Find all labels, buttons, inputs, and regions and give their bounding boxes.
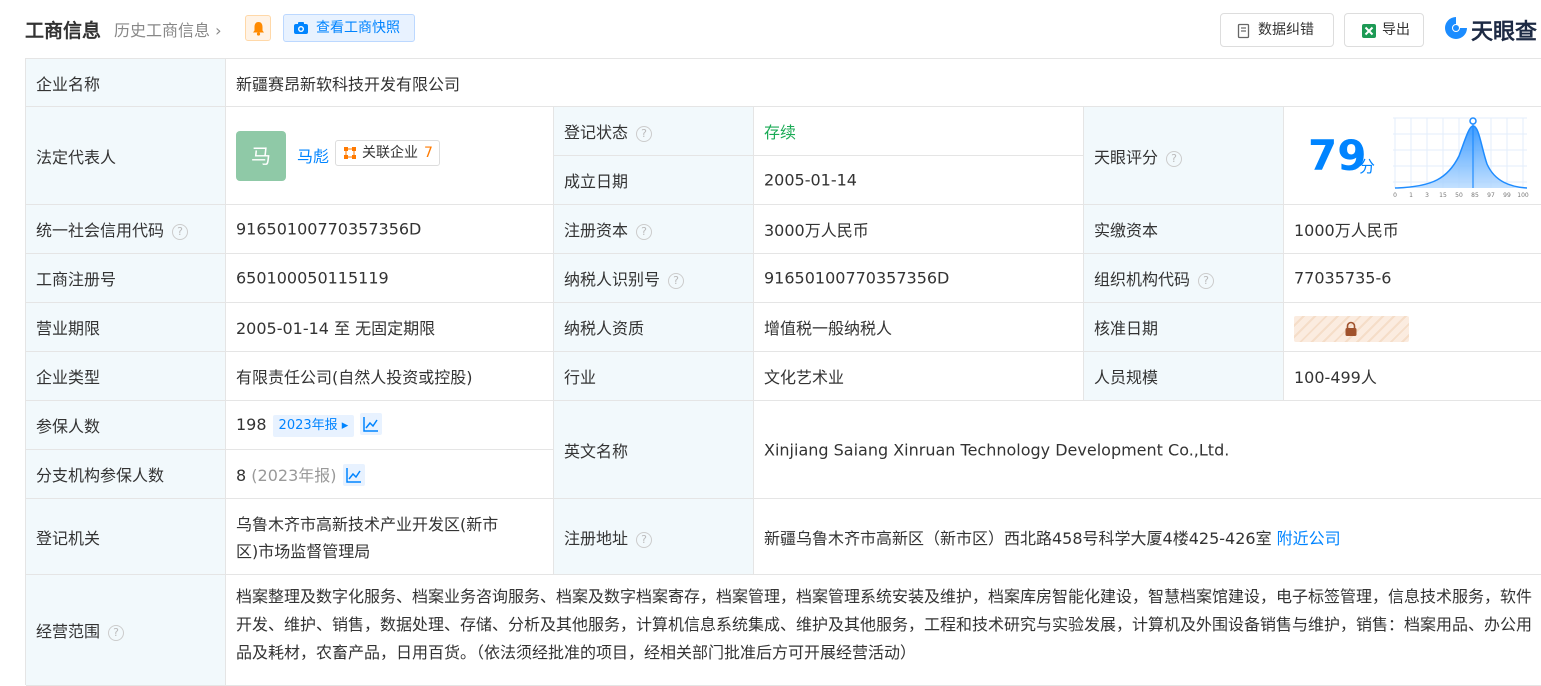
score-value: 79 bbox=[1308, 131, 1367, 180]
label-staff-size: 人员规模 bbox=[1084, 352, 1284, 401]
correction-button-label: 数据纠错 bbox=[1258, 22, 1314, 38]
help-icon[interactable]: ? bbox=[108, 625, 125, 641]
value-reg-authority: 乌鲁木齐市高新技术产业开发区(新市 区)市场监督管理局 bbox=[226, 499, 554, 575]
score-tick: 15 bbox=[1439, 192, 1447, 199]
score-tick: 100 bbox=[1517, 192, 1529, 199]
value-industry: 文化艺术业 bbox=[754, 352, 1084, 401]
avatar[interactable]: 马 bbox=[236, 131, 286, 181]
value-staff-size: 100-499人 bbox=[1284, 352, 1541, 401]
label-reg-address: 注册地址? bbox=[554, 499, 754, 575]
label-org-code: 组织机构代码? bbox=[1084, 254, 1284, 303]
label-reg-status: 登记状态? bbox=[554, 107, 754, 156]
export-button[interactable]: 导出 bbox=[1344, 13, 1424, 47]
status-badge: 存续 bbox=[764, 123, 797, 142]
nearby-companies-link[interactable]: 附近公司 bbox=[1277, 529, 1341, 548]
value-business-scope: 档案整理及数字化服务、档案业务咨询服务、档案及数字档案寄存，档案管理，档案管理系… bbox=[226, 575, 1541, 686]
history-link-label[interactable]: 历史工商信息 bbox=[114, 21, 210, 40]
trend-chart-icon[interactable] bbox=[360, 413, 383, 435]
history-link[interactable]: 历史工商信息 › bbox=[114, 17, 222, 41]
help-icon[interactable]: ? bbox=[1198, 273, 1215, 289]
label-paid-capital: 实缴资本 bbox=[1084, 205, 1284, 254]
value-reg-status: 存续 bbox=[754, 107, 1084, 156]
value-taxpayer-id: 91650100770357356D bbox=[754, 254, 1084, 303]
help-icon[interactable]: ? bbox=[668, 273, 685, 289]
label-reg-authority: 登记机关 bbox=[26, 499, 226, 575]
value-company-type: 有限责任公司(自然人投资或控股) bbox=[226, 352, 554, 401]
help-icon[interactable]: ? bbox=[172, 224, 189, 240]
value-credit-code: 91650100770357356D bbox=[226, 205, 554, 254]
help-icon[interactable]: ? bbox=[636, 224, 653, 240]
snapshot-button-label: 查看工商快照 bbox=[316, 20, 400, 36]
label-business-scope: 经营范围? bbox=[26, 575, 226, 686]
related-companies-button[interactable]: 关联企业 7 bbox=[335, 140, 440, 166]
value-company-name: 新疆赛昂新软科技开发有限公司 bbox=[226, 59, 1541, 107]
label-industry: 行业 bbox=[554, 352, 754, 401]
tianyancha-logo[interactable]: 天眼查 bbox=[1443, 12, 1541, 45]
annual-report-tag[interactable]: 2023年报 ▸ bbox=[272, 415, 355, 437]
label-score: 天眼评分? bbox=[1084, 107, 1284, 205]
label-reg-capital: 注册资本? bbox=[554, 205, 754, 254]
correction-button[interactable]: 数据纠错 bbox=[1220, 13, 1334, 47]
page-header: 工商信息 历史工商信息 › 查看工商快照 数据纠错 导出 天眼查 bbox=[0, 0, 1541, 58]
label-legal-rep: 法定代表人 bbox=[26, 107, 226, 205]
score-tick: 97 bbox=[1487, 192, 1495, 199]
business-info-table: 企业名称 新疆赛昂新软科技开发有限公司 法定代表人 登记状态? 存续 成立日期 … bbox=[25, 58, 1541, 686]
score-unit: 分 bbox=[1359, 157, 1376, 176]
score-tick: 1 bbox=[1409, 192, 1413, 199]
camera-icon bbox=[294, 22, 308, 34]
value-reg-number: 650100050115119 bbox=[226, 254, 554, 303]
help-icon[interactable]: ? bbox=[636, 531, 653, 548]
value-established: 2005-01-14 bbox=[754, 156, 1084, 205]
snapshot-button[interactable]: 查看工商快照 bbox=[283, 14, 415, 42]
chevron-right-icon: › bbox=[210, 21, 222, 40]
score-tick: 3 bbox=[1425, 192, 1429, 199]
value-org-code: 77035735-6 bbox=[1284, 254, 1541, 303]
value-business-term: 2005-01-14 至 无固定期限 bbox=[226, 303, 554, 352]
help-icon[interactable]: ? bbox=[636, 126, 653, 142]
lock-icon bbox=[1345, 321, 1357, 336]
value-paid-capital: 1000万人民币 bbox=[1284, 205, 1541, 254]
label-reg-number: 工商注册号 bbox=[26, 254, 226, 303]
label-credit-code: 统一社会信用代码? bbox=[26, 205, 226, 254]
score-distribution-chart: 0 1 3 15 50 85 97 99 100 bbox=[1393, 117, 1529, 199]
label-branch-insured: 分支机构参保人数 bbox=[26, 450, 226, 499]
score-tick: 99 bbox=[1503, 192, 1511, 199]
label-approval-date: 核准日期 bbox=[1084, 303, 1284, 352]
bell-icon[interactable] bbox=[245, 15, 271, 41]
relation-icon bbox=[344, 147, 356, 159]
excel-icon bbox=[1362, 24, 1376, 38]
label-established: 成立日期 bbox=[554, 156, 754, 205]
label-business-term: 营业期限 bbox=[26, 303, 226, 352]
logo-text: 天眼查 bbox=[1471, 20, 1538, 45]
page-title: 工商信息 bbox=[25, 20, 102, 42]
value-reg-address: 新疆乌鲁木齐市高新区（新市区）西北路458号科学大厦4楼425-426室 附近公… bbox=[754, 499, 1541, 575]
value-english-name: Xinjiang Saiang Xinruan Technology Devel… bbox=[754, 401, 1541, 499]
score-tick: 50 bbox=[1455, 192, 1463, 199]
label-insured: 参保人数 bbox=[26, 401, 226, 450]
locked-approval-date[interactable] bbox=[1294, 316, 1409, 342]
score-tick: 0 bbox=[1393, 192, 1397, 199]
label-english-name: 英文名称 bbox=[554, 401, 754, 499]
caret-right-icon: ▸ bbox=[337, 418, 349, 433]
label-company-name: 企业名称 bbox=[26, 59, 226, 107]
value-taxpayer-qual: 增值税一般纳税人 bbox=[754, 303, 1084, 352]
document-edit-icon bbox=[1237, 23, 1250, 39]
value-branch-insured: 8 (2023年报) bbox=[226, 450, 554, 499]
value-reg-capital: 3000万人民币 bbox=[754, 205, 1084, 254]
help-icon[interactable]: ? bbox=[1166, 150, 1183, 167]
value-insured: 198 2023年报 ▸ bbox=[226, 401, 554, 450]
logo-eye-icon bbox=[1445, 17, 1467, 39]
label-company-type: 企业类型 bbox=[26, 352, 226, 401]
trend-chart-icon[interactable] bbox=[342, 464, 365, 486]
label-taxpayer-qual: 纳税人资质 bbox=[554, 303, 754, 352]
export-button-label: 导出 bbox=[1382, 22, 1410, 38]
legal-rep-name-link[interactable]: 马彪 bbox=[297, 143, 329, 167]
score-tick: 85 bbox=[1471, 192, 1479, 199]
label-taxpayer-id: 纳税人识别号? bbox=[554, 254, 754, 303]
